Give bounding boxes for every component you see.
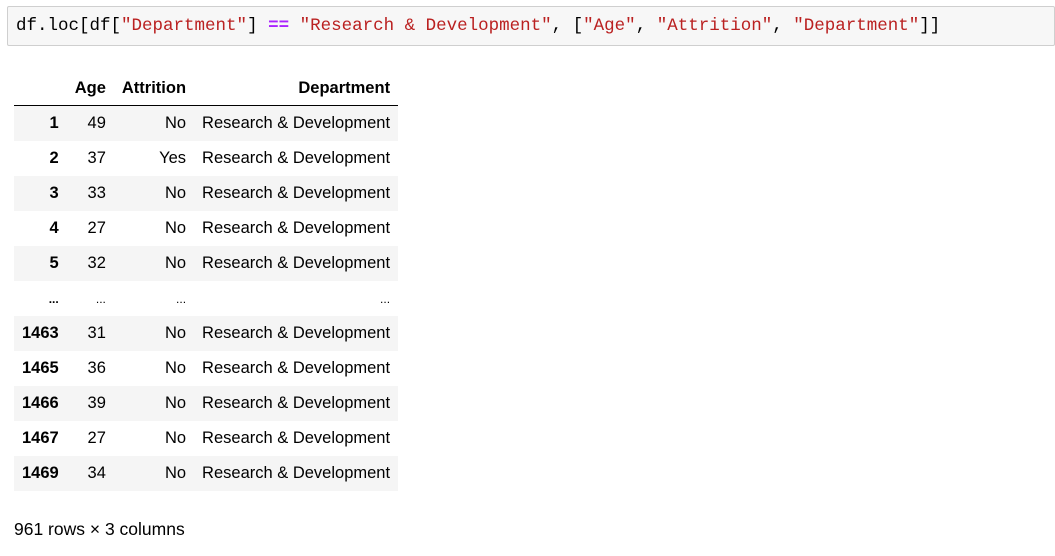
cell-attrition: No [164,184,187,202]
table-row: 2 37 Yes Research & Development [14,141,399,176]
cell-department: Research & Development [202,149,391,167]
row-index: 1463 [22,324,59,342]
row-index: 3 [49,184,59,202]
row-index: 4 [49,219,59,237]
dataframe-header: Age Attrition Department [14,72,399,106]
row-index: 1467 [22,429,59,447]
column-header-department: Department [194,72,399,106]
code-token: "Research & Development" [299,16,552,36]
row-index: 5 [49,254,59,272]
code-token: , [ [551,16,584,36]
table-row: 3 33 No Research & Development [14,176,399,211]
row-index: 1 [49,114,59,132]
dataframe-body: 1 49 No Research & Development 2 37 Yes Researc… [14,105,399,491]
cell-department: Research & Development [202,429,391,447]
cell-attrition: No [164,219,187,237]
cell-attrition: Yes [159,149,187,167]
cell-attrition: ... [176,291,187,306]
index-header [14,72,67,106]
cell-department: Research & Development [202,464,391,482]
code-token: "Attrition" [656,16,773,36]
cell-age: 27 [87,429,106,447]
cell-age: ... [95,291,106,306]
cell-department: Research & Development [202,254,391,272]
cell-output: Age Attrition Department 1 49 No Research &… [14,72,399,491]
cell-department: Research & Development [202,184,391,202]
table-row: 5 32 No Research & Development [14,246,399,281]
row-index: 2 [49,149,59,167]
cell-attrition: No [164,359,187,377]
code-token: ] [247,16,269,36]
cell-age: 37 [87,149,106,167]
code-token: "Department" [793,16,920,36]
code-cell-input[interactable]: df.loc[df["Department"] == "Research & D… [7,6,1055,46]
cell-department: Research & Development [202,219,391,237]
cell-attrition: No [164,254,187,272]
row-index: ... [48,291,59,306]
table-row: 1465 36 No Research & Development [14,351,399,386]
cell-department: Research & Development [202,359,391,377]
cell-attrition: No [164,464,187,482]
cell-attrition: No [164,394,187,412]
column-header-age: Age [66,72,114,106]
cell-age: 33 [87,184,106,202]
cell-age: 39 [87,394,106,412]
row-index: 1465 [22,359,59,377]
cell-age: 31 [87,324,106,342]
cell-attrition: No [164,429,187,447]
row-index: 1469 [22,464,59,482]
table-row: 1466 39 No Research & Development [14,386,399,421]
table-row: 1469 34 No Research & Development [14,456,399,491]
header-row: Age Attrition Department [14,72,399,106]
cell-department: Research & Development [202,394,391,412]
cell-age: 49 [87,114,106,132]
ellipsis-row: ............ [14,281,399,316]
code-token: == [268,16,290,36]
cell-department: Research & Development [202,324,391,342]
table-row: 4 27 No Research & Development [14,211,399,246]
cell-age: 32 [87,254,106,272]
cell-department: ... [380,291,391,306]
table-row: 1467 27 No Research & Development [14,421,399,456]
cell-department: Research & Development [202,114,391,132]
code-token: "Department" [121,16,248,36]
code-token: df.loc[df[ [16,16,122,36]
column-header-attrition: Attrition [113,72,195,106]
code-token: , [635,16,657,36]
cell-age: 27 [87,219,106,237]
cell-attrition: No [164,324,187,342]
dataframe-table: Age Attrition Department 1 49 No Research &… [14,72,399,491]
cell-age: 36 [87,359,106,377]
cell-attrition: No [164,114,187,132]
table-row: 1 49 No Research & Development [14,105,399,141]
code-token: "Age" [583,16,636,36]
table-row: 1463 31 No Research & Development [14,316,399,351]
row-index: 1466 [22,394,59,412]
dataframe-shape-info: 961 rows × 3 columns [14,519,185,539]
code-token: , [772,16,794,36]
cell-age: 34 [87,464,106,482]
code-token: ]] [919,16,941,36]
